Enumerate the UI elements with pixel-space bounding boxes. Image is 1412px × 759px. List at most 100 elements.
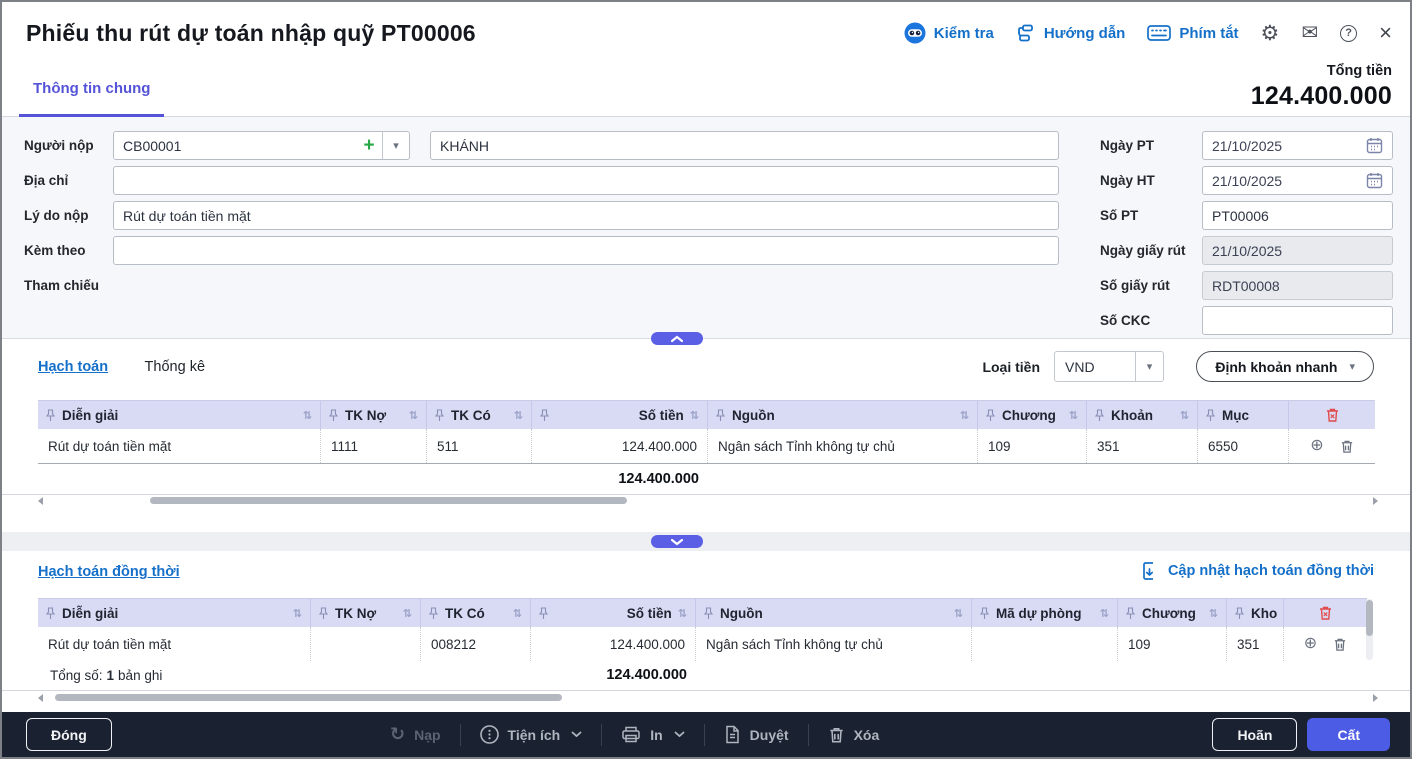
help-icon[interactable]: ?: [1340, 25, 1357, 42]
simultaneous-row[interactable]: Rút dự toán tiền mặt 008212 124.400.000 …: [38, 627, 1367, 661]
guide-link[interactable]: Hướng dẫn: [1016, 23, 1126, 43]
cell-muc[interactable]: 6550: [1197, 429, 1288, 463]
collapse-form-button[interactable]: [651, 332, 703, 345]
settings-icon[interactable]: ⚙: [1261, 23, 1280, 44]
ckc-no-input[interactable]: [1202, 306, 1393, 335]
sort-icon[interactable]: ⇅: [672, 607, 687, 620]
shortcut-link[interactable]: Phím tắt: [1147, 24, 1238, 42]
cell-so-tien[interactable]: 124.400.000: [531, 429, 707, 463]
sort-icon[interactable]: ⇅: [684, 409, 699, 422]
pin-icon[interactable]: [435, 409, 444, 422]
sort-icon[interactable]: ⇅: [507, 607, 522, 620]
cell-so-tien[interactable]: 124.400.000: [530, 627, 695, 661]
cell-tk-no[interactable]: [310, 627, 420, 661]
sort-icon[interactable]: ⇅: [297, 409, 312, 422]
cell-tk-no[interactable]: 1111: [320, 429, 426, 463]
col-nguon[interactable]: Nguồn⇅: [707, 401, 977, 429]
cell-khoan[interactable]: 351: [1226, 627, 1283, 661]
payer-name-input[interactable]: [430, 131, 1059, 160]
col-delete-all[interactable]: [1283, 599, 1367, 627]
tab-thong-ke[interactable]: Thống kê: [145, 359, 205, 375]
delete-row-icon[interactable]: [1340, 439, 1354, 454]
pin-icon[interactable]: [986, 409, 995, 422]
hscroll-thumb[interactable]: [55, 694, 562, 701]
hscroll-right-arrow[interactable]: [1373, 694, 1378, 702]
col-tk-no[interactable]: TK Nợ⇅: [310, 599, 420, 627]
cell-chuong[interactable]: 109: [1117, 627, 1226, 661]
add-row-icon[interactable]: ⊕: [1304, 636, 1317, 652]
attachment-input[interactable]: [113, 236, 1059, 265]
col-dien-giai[interactable]: Diễn giải⇅: [38, 599, 310, 627]
hscroll-right-arrow[interactable]: [1373, 497, 1378, 505]
col-khoan-truncated[interactable]: Kho: [1226, 599, 1283, 627]
pin-icon[interactable]: [980, 607, 989, 620]
col-chuong[interactable]: Chương⇅: [977, 401, 1086, 429]
sort-icon[interactable]: ⇅: [1094, 607, 1109, 620]
calendar-icon[interactable]: [1366, 172, 1383, 189]
hscroll-left-arrow[interactable]: [38, 497, 43, 505]
reason-input[interactable]: [113, 201, 1059, 230]
col-tk-no[interactable]: TK Nợ⇅: [320, 401, 426, 429]
cell-dien-giai[interactable]: Rút dự toán tiền mặt: [38, 627, 310, 661]
close-icon[interactable]: ×: [1379, 22, 1392, 44]
pin-icon[interactable]: [540, 409, 549, 422]
cell-nguon[interactable]: Ngân sách Tỉnh không tự chủ: [707, 429, 977, 463]
simultaneous-title-link[interactable]: Hạch toán đồng thời: [38, 564, 180, 580]
add-payer-icon[interactable]: +: [356, 132, 382, 159]
col-delete-all[interactable]: [1288, 401, 1375, 429]
pin-icon[interactable]: [1095, 409, 1104, 422]
address-input[interactable]: [113, 166, 1059, 195]
payer-code-input[interactable]: [114, 132, 356, 159]
hscroll-left-arrow[interactable]: [38, 694, 43, 702]
cell-dien-giai[interactable]: Rút dự toán tiền mặt: [38, 429, 320, 463]
sort-icon[interactable]: ⇅: [1203, 607, 1218, 620]
add-row-icon[interactable]: ⊕: [1310, 438, 1323, 454]
payer-dropdown-icon[interactable]: ▾: [382, 132, 409, 159]
col-khoan[interactable]: Khoản⇅: [1086, 401, 1197, 429]
hscroll-thumb[interactable]: [150, 497, 627, 504]
sort-icon[interactable]: ⇅: [954, 409, 969, 422]
quick-entry-button[interactable]: Định khoản nhanh ▾: [1196, 351, 1374, 382]
pin-icon[interactable]: [539, 607, 548, 620]
pin-icon[interactable]: [329, 409, 338, 422]
col-tk-co[interactable]: TK Có⇅: [420, 599, 530, 627]
accounting-row[interactable]: Rút dự toán tiền mặt 1111 511 124.400.00…: [38, 429, 1375, 464]
col-chuong[interactable]: Chương⇅: [1117, 599, 1226, 627]
sort-icon[interactable]: ⇅: [1174, 409, 1189, 422]
currency-select[interactable]: VND ▾: [1054, 351, 1164, 382]
cell-ma-du-phong[interactable]: [971, 627, 1117, 661]
sort-icon[interactable]: ⇅: [403, 409, 418, 422]
reload-button[interactable]: ↻ Nạp: [390, 724, 441, 745]
close-button[interactable]: Đóng: [26, 718, 112, 751]
col-dien-giai[interactable]: Diễn giải⇅: [38, 401, 320, 429]
cell-chuong[interactable]: 109: [977, 429, 1086, 463]
pin-icon[interactable]: [1206, 409, 1215, 422]
payer-code-combo[interactable]: + ▾: [113, 131, 410, 160]
pin-icon[interactable]: [704, 607, 713, 620]
receipt-date-picker[interactable]: 21/10/2025: [1202, 131, 1393, 160]
delete-row-icon[interactable]: [1333, 637, 1347, 652]
col-tk-co[interactable]: TK Có⇅: [426, 401, 531, 429]
col-muc[interactable]: Mục: [1197, 401, 1288, 429]
sort-icon[interactable]: ⇅: [397, 607, 412, 620]
pin-icon[interactable]: [1126, 607, 1135, 620]
save-button[interactable]: Cất: [1307, 718, 1390, 751]
tab-thong-tin-chung[interactable]: Thông tin chung: [19, 62, 164, 117]
utilities-button[interactable]: Tiện ích: [480, 725, 583, 744]
sort-icon[interactable]: ⇅: [948, 607, 963, 620]
calendar-icon[interactable]: [1366, 137, 1383, 154]
delete-button[interactable]: Xóa: [828, 726, 880, 744]
cell-nguon[interactable]: Ngân sách Tỉnh không tự chủ: [695, 627, 971, 661]
tab-hach-toan[interactable]: Hạch toán: [38, 359, 108, 375]
sort-icon[interactable]: ⇅: [287, 607, 302, 620]
sort-icon[interactable]: ⇅: [508, 409, 523, 422]
print-button[interactable]: In: [621, 725, 684, 744]
receipt-no-input[interactable]: [1202, 201, 1393, 230]
send-mail-icon[interactable]: ✉: [1301, 23, 1318, 43]
pin-icon[interactable]: [46, 607, 55, 620]
cell-tk-co[interactable]: 511: [426, 429, 531, 463]
update-simultaneous-link[interactable]: Cập nhật hạch toán đồng thời: [1141, 561, 1374, 581]
vscroll-thumb[interactable]: [1366, 600, 1373, 636]
expand-section-button[interactable]: [651, 535, 703, 548]
pin-icon[interactable]: [1235, 607, 1244, 620]
